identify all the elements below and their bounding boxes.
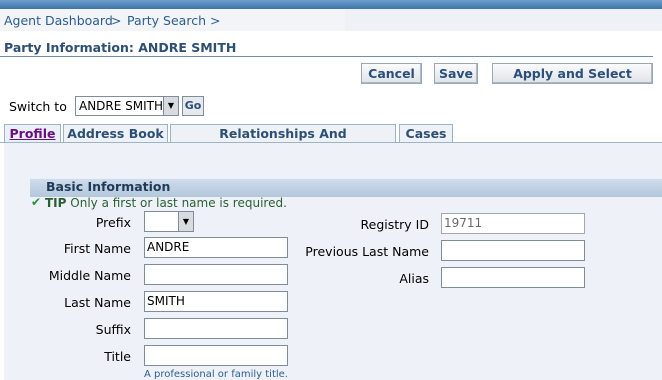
tab-profile[interactable]: Profile	[4, 124, 61, 143]
suffix-label: Suffix	[95, 322, 131, 337]
tip-label: TIP	[45, 196, 67, 210]
tab-address-book[interactable]: Address Book	[63, 124, 168, 143]
page-title: Party Information: ANDRE SMITH	[4, 40, 237, 55]
last-name-label: Last Name	[64, 295, 131, 310]
title-hint: A professional or family title.	[144, 369, 288, 380]
tip-text: TIP Only a first or last name is require…	[45, 196, 287, 210]
title-divider	[0, 56, 653, 57]
suffix-field[interactable]	[144, 318, 288, 339]
breadcrumb-agent-dashboard[interactable]: Agent Dashboard	[4, 13, 113, 28]
chevron-down-icon[interactable]: ▼	[178, 212, 193, 231]
tab-cases[interactable]: Cases	[399, 124, 453, 143]
breadcrumb-strip	[345, 9, 662, 31]
switch-to-selected-value: ANDRE SMITH	[79, 99, 164, 113]
last-name-field[interactable]: SMITH	[144, 291, 288, 312]
alias-label: Alias	[399, 271, 429, 286]
alias-field[interactable]	[441, 267, 585, 288]
breadcrumb-separator: >	[210, 13, 221, 28]
top-banner	[0, 0, 662, 9]
first-name-label: First Name	[63, 241, 131, 256]
breadcrumb-separator: >	[111, 13, 122, 28]
tip-message: Only a first or last name is required.	[70, 196, 287, 210]
previous-last-name-field[interactable]	[441, 240, 585, 261]
breadcrumb-party-search[interactable]: Party Search	[127, 13, 206, 28]
middle-name-field[interactable]	[144, 264, 288, 285]
title-field[interactable]	[144, 345, 288, 366]
registry-id-label: Registry ID	[360, 217, 429, 232]
section-title: Basic Information	[46, 179, 171, 194]
prefix-label: Prefix	[95, 215, 131, 230]
checkmark-icon: ✔	[31, 195, 42, 209]
title-label: Title	[104, 349, 131, 364]
apply-and-select-button[interactable]: Apply and Select	[492, 63, 653, 84]
go-button[interactable]: Go	[182, 96, 204, 116]
first-name-field[interactable]: ANDRE	[144, 237, 288, 258]
middle-name-label: Middle Name	[48, 268, 131, 283]
prefix-select[interactable]: ▼	[144, 211, 194, 232]
save-button[interactable]: Save	[434, 63, 478, 84]
registry-id-field: 19711	[441, 213, 585, 234]
switch-to-select[interactable]: ANDRE SMITH ▼	[75, 96, 179, 116]
switch-to-label: Switch to	[9, 99, 67, 114]
chevron-down-icon[interactable]: ▼	[163, 97, 178, 115]
previous-last-name-label: Previous Last Name	[305, 244, 429, 259]
cancel-button[interactable]: Cancel	[361, 63, 422, 84]
tab-relationships-and-classifications[interactable]: Relationships And Classifications	[170, 124, 396, 159]
